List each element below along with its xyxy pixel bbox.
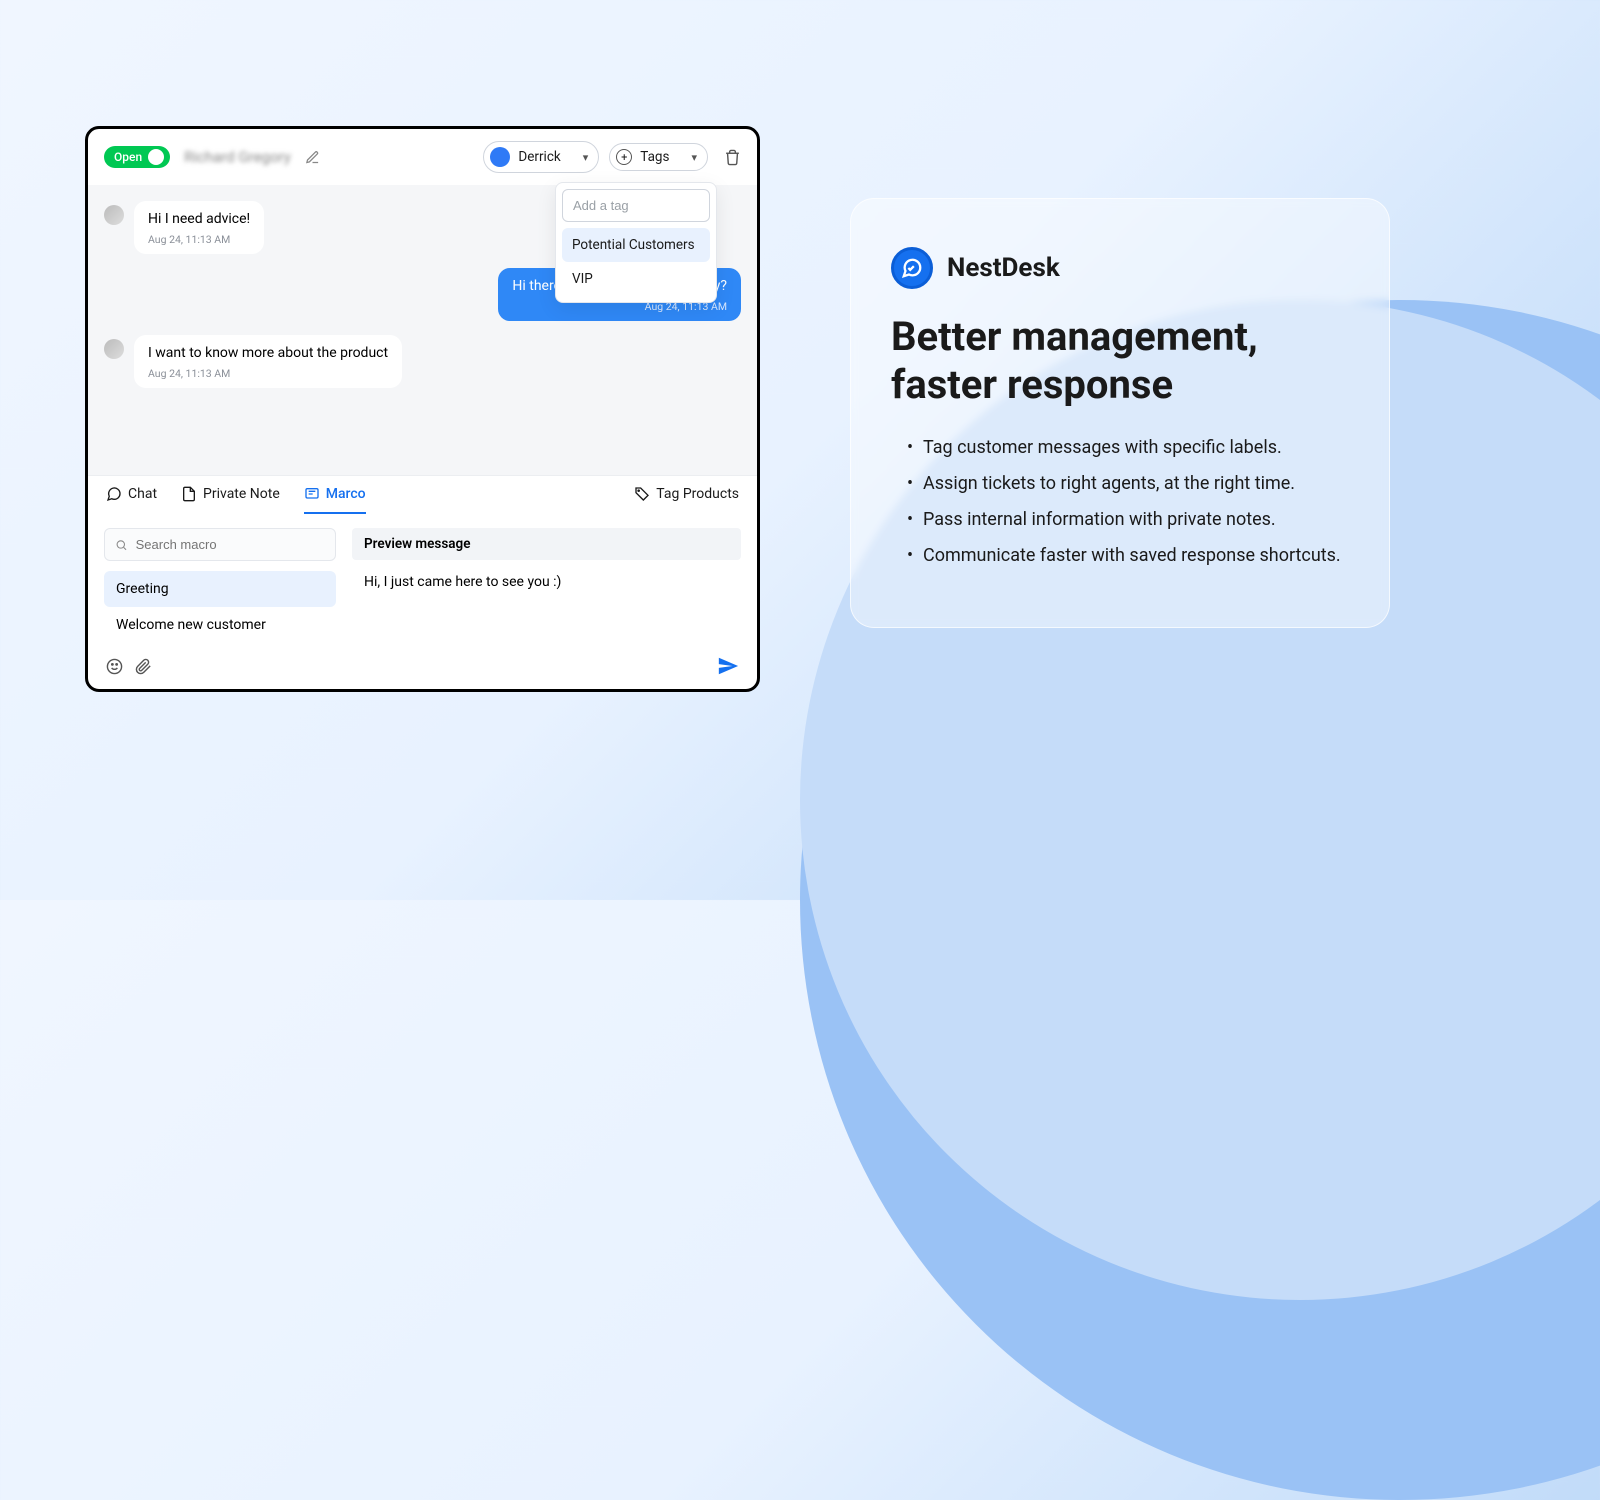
brand-row: NestDesk (891, 247, 1349, 289)
chat-window: Open Richard Gregory Derrick ▾ + Tags ▾ … (85, 126, 760, 692)
message-bubble: I want to know more about the product Au… (134, 335, 402, 388)
agent-avatar (490, 147, 510, 167)
message-text: Hi I need advice! (148, 211, 250, 227)
customer-avatar (104, 339, 124, 359)
search-icon (115, 538, 128, 552)
chevron-down-icon: ▾ (691, 151, 697, 164)
message-bubble: Hi I need advice! Aug 24, 11:13 AM (134, 201, 264, 254)
toggle-knob (148, 149, 164, 165)
customer-avatar (104, 205, 124, 225)
tags-dropdown[interactable]: + Tags ▾ Potential Customers VIP (609, 143, 708, 171)
preview-text: Hi, I just came here to see you :) (352, 570, 741, 594)
tags-label: Tags (640, 149, 669, 165)
message-text: I want to know more about the product (148, 345, 388, 361)
tab-chat[interactable]: Chat (106, 486, 157, 514)
brand-name: NestDesk (947, 253, 1060, 283)
tag-option-potential-customers[interactable]: Potential Customers (562, 228, 710, 262)
tag-input[interactable] (562, 189, 710, 222)
marketing-title: Better management, faster response (891, 313, 1349, 409)
marketing-card: NestDesk Better management, faster respo… (850, 198, 1390, 628)
message-time: Aug 24, 11:13 AM (148, 233, 250, 246)
agent-name: Derrick (518, 149, 560, 165)
plus-circle-icon: + (616, 149, 632, 165)
tab-macro[interactable]: Marco (304, 486, 366, 514)
message-time: Aug 24, 11:13 AM (148, 367, 388, 380)
agent-dropdown[interactable]: Derrick ▾ (483, 141, 599, 173)
composer-footer (88, 649, 757, 689)
macro-item-greeting[interactable]: Greeting (104, 571, 336, 607)
tag-option-vip[interactable]: VIP (562, 262, 710, 296)
brand-logo (891, 247, 933, 289)
trash-icon[interactable] (724, 149, 741, 166)
chat-icon (106, 486, 122, 502)
status-toggle[interactable]: Open (104, 146, 170, 168)
search-macro[interactable] (104, 528, 336, 561)
tab-tag-products[interactable]: Tag Products (634, 486, 739, 514)
note-icon (181, 486, 197, 502)
composer: Chat Private Note Marco Tag Products (88, 476, 757, 689)
chevron-down-icon: ▾ (583, 151, 589, 164)
preview-header: Preview message (352, 528, 741, 560)
customer-name: Richard Gregory (184, 148, 291, 166)
preview-panel: Preview message Hi, I just came here to … (352, 528, 741, 643)
feature-item: Pass internal information with private n… (907, 507, 1349, 533)
macro-list: Greeting Welcome new customer (104, 528, 336, 643)
status-label: Open (114, 150, 142, 164)
emoji-icon[interactable] (106, 658, 123, 675)
composer-tabs: Chat Private Note Marco Tag Products (88, 476, 757, 514)
message-row: I want to know more about the product Au… (104, 335, 741, 388)
macro-item-welcome[interactable]: Welcome new customer (104, 607, 336, 643)
search-macro-input[interactable] (136, 537, 325, 552)
send-button[interactable] (717, 655, 739, 677)
feature-item: Communicate faster with saved response s… (907, 543, 1349, 569)
feature-item: Tag customer messages with specific labe… (907, 435, 1349, 461)
chat-header: Open Richard Gregory Derrick ▾ + Tags ▾ … (88, 129, 757, 185)
edit-icon[interactable] (305, 150, 320, 165)
macro-icon (304, 486, 320, 502)
tab-private-note[interactable]: Private Note (181, 486, 280, 514)
attachment-icon[interactable] (135, 658, 152, 675)
feature-list: Tag customer messages with specific labe… (891, 435, 1349, 569)
feature-item: Assign tickets to right agents, at the r… (907, 471, 1349, 497)
composer-body: Greeting Welcome new customer Preview me… (88, 514, 757, 649)
tag-popover: Potential Customers VIP (555, 182, 717, 303)
tag-products-icon (634, 486, 650, 502)
